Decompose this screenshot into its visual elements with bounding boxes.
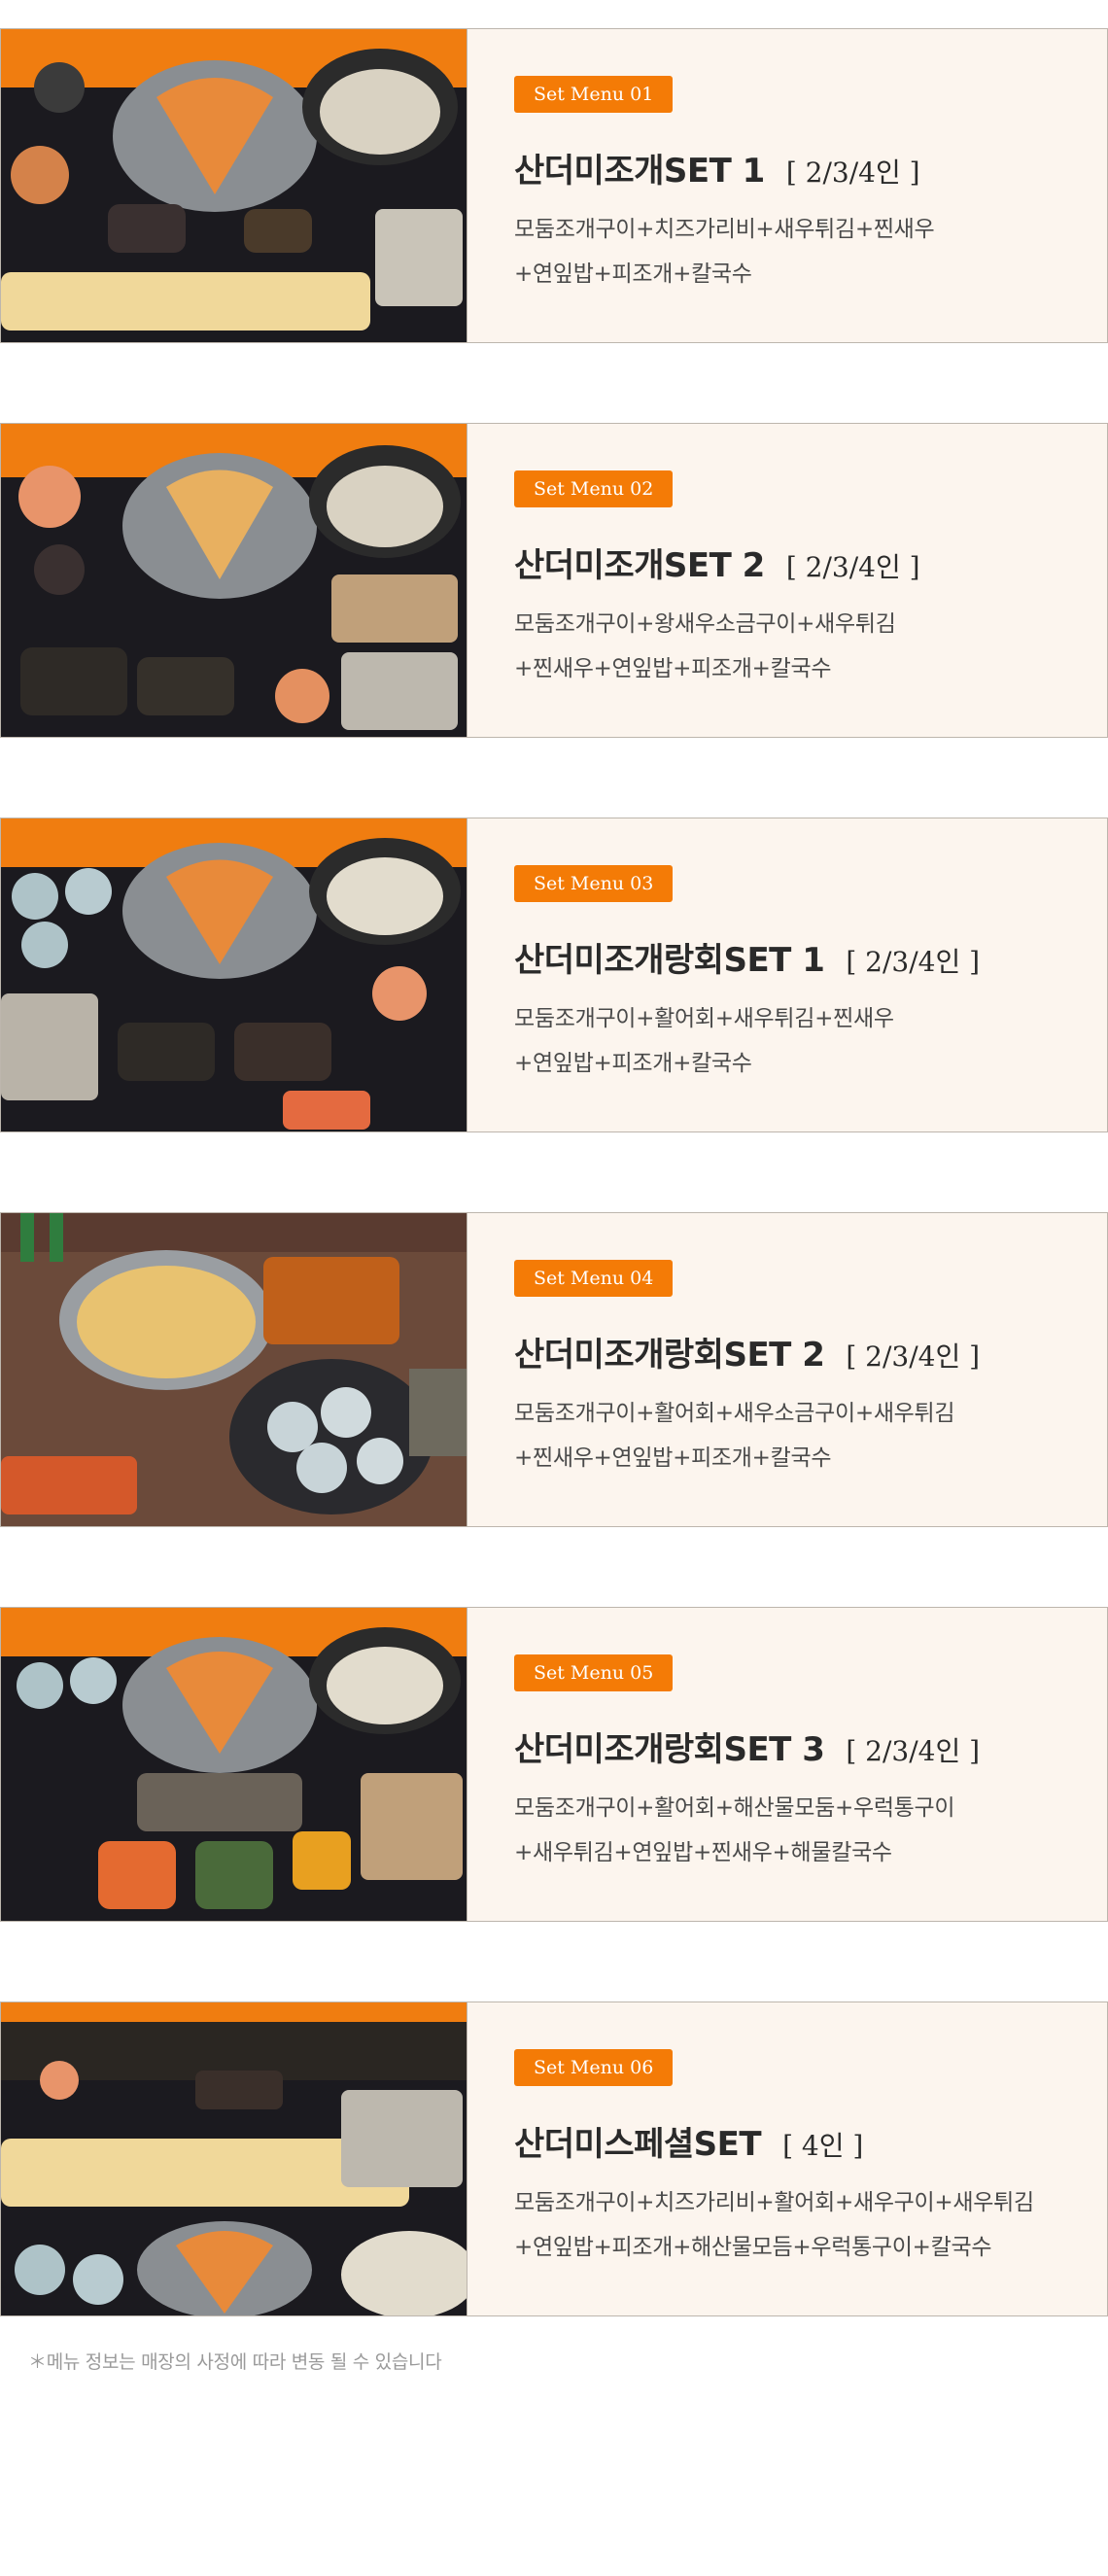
set-menu-description: 모둠조개구이+왕새우소금구이+새우튀김 +찐새우+연잎밥+피조개+칼국수 — [514, 602, 1088, 691]
set-menu-description-line: 모둠조개구이+치즈가리비+새우튀김+찐새우 — [514, 217, 935, 242]
set-menu-title-row: 산더미조개SET 1 [ 2/3/4인 ] — [514, 144, 1088, 191]
set-menu-badge: Set Menu 05 — [514, 1654, 674, 1691]
set-menu-title: 산더미조개SET 1 — [514, 152, 765, 191]
set-menu-badge: Set Menu 02 — [514, 470, 674, 507]
set-menu-card-06[interactable]: Set Menu 06 산더미스페셜SET [ 4인 ] 모둠조개구이+치즈가리… — [0, 2002, 1108, 2316]
set-menu-people: [ 2/3/4인 ] — [846, 1340, 981, 1373]
set-menu-title: 산더미스페셜SET — [514, 2125, 762, 2164]
set-menu-description: 모둠조개구이+활어회+해산물모둠+우럭통구이 +새우튀김+연잎밥+찐새우+해물칼… — [514, 1786, 1088, 1875]
set-menu-people: [ 2/3/4인 ] — [846, 1735, 981, 1767]
menu-notice: ＊메뉴 정보는 매장의 사정에 따라 변동 될 수 있습니다 — [28, 2351, 442, 2373]
seafood-set-photo-icon — [1, 818, 467, 1131]
set-menu-title-row: 산더미스페셜SET [ 4인 ] — [514, 2117, 1088, 2165]
set-menu-title-row: 산더미조개랑회SET 2 [ 2/3/4인 ] — [514, 1328, 1088, 1375]
set-menu-card-05[interactable]: Set Menu 05 산더미조개랑회SET 3 [ 2/3/4인 ] 모둠조개… — [0, 1607, 1108, 1922]
set-menu-description-line: +연잎밥+피조개+칼국수 — [514, 1051, 752, 1076]
set-menu-info: Set Menu 06 산더미스페셜SET [ 4인 ] 모둠조개구이+치즈가리… — [514, 2049, 1088, 2270]
set-menu-description: 모둠조개구이+활어회+새우소금구이+새우튀김 +찐새우+연잎밥+피조개+칼국수 — [514, 1391, 1088, 1480]
set-menu-card-03[interactable]: Set Menu 03 산더미조개랑회SET 1 [ 2/3/4인 ] 모둠조개… — [0, 818, 1108, 1132]
set-menu-description-line: 모둠조개구이+활어회+새우소금구이+새우튀김 — [514, 1401, 955, 1426]
set-menu-title: 산더미조개랑회SET 3 — [514, 1730, 825, 1769]
set-menu-badge: Set Menu 04 — [514, 1260, 674, 1297]
set-menu-title: 산더미조개랑회SET 1 — [514, 941, 825, 980]
set-menu-people: [ 2/3/4인 ] — [785, 551, 920, 583]
set-menu-title-row: 산더미조개랑회SET 1 [ 2/3/4인 ] — [514, 933, 1088, 981]
set-menu-photo — [1, 29, 467, 342]
set-menu-info: Set Menu 05 산더미조개랑회SET 3 [ 2/3/4인 ] 모둠조개… — [514, 1654, 1088, 1875]
seafood-set-photo-icon — [1, 2002, 467, 2315]
seafood-set-photo-icon — [1, 424, 467, 737]
set-menu-description: 모둠조개구이+활어회+새우튀김+찐새우 +연잎밥+피조개+칼국수 — [514, 996, 1088, 1086]
seafood-set-photo-icon — [1, 1213, 467, 1526]
set-menu-description-line: +연잎밥+피조개+해산물모듬+우럭통구이+칼국수 — [514, 2235, 992, 2260]
set-menu-description: 모둠조개구이+치즈가리비+새우튀김+찐새우 +연잎밥+피조개+칼국수 — [514, 207, 1088, 296]
set-menu-photo — [1, 818, 467, 1131]
set-menu-photo — [1, 2002, 467, 2315]
set-menu-people: [ 2/3/4인 ] — [785, 157, 920, 189]
set-menu-people: [ 4인 ] — [782, 2130, 864, 2162]
set-menu-photo — [1, 1608, 467, 1921]
set-menu-info: Set Menu 02 산더미조개SET 2 [ 2/3/4인 ] 모둠조개구이… — [514, 470, 1088, 691]
set-menu-card-04[interactable]: Set Menu 04 산더미조개랑회SET 2 [ 2/3/4인 ] 모둠조개… — [0, 1212, 1108, 1527]
set-menu-description-line: +새우튀김+연잎밥+찐새우+해물칼국수 — [514, 1840, 892, 1865]
set-menu-description-line: 모둠조개구이+활어회+해산물모둠+우럭통구이 — [514, 1795, 955, 1821]
set-menu-people: [ 2/3/4인 ] — [846, 946, 981, 978]
set-menu-info: Set Menu 04 산더미조개랑회SET 2 [ 2/3/4인 ] 모둠조개… — [514, 1260, 1088, 1480]
set-menu-info: Set Menu 03 산더미조개랑회SET 1 [ 2/3/4인 ] 모둠조개… — [514, 865, 1088, 1086]
set-menu-title: 산더미조개SET 2 — [514, 546, 765, 585]
seafood-set-photo-icon — [1, 29, 467, 342]
set-menu-description-line: +찐새우+연잎밥+피조개+칼국수 — [514, 656, 832, 681]
set-menu-photo — [1, 1213, 467, 1526]
set-menu-list: Set Menu 01 산더미조개SET 1 [ 2/3/4인 ] 모둠조개구이… — [0, 28, 1108, 2396]
set-menu-description-line: 모둠조개구이+치즈가리비+활어회+새우구이+새우튀김 — [514, 2190, 1034, 2215]
set-menu-photo — [1, 424, 467, 737]
set-menu-description-line: 모둠조개구이+활어회+새우튀김+찐새우 — [514, 1006, 894, 1031]
set-menu-description-line: 모둠조개구이+왕새우소금구이+새우튀김 — [514, 611, 896, 637]
set-menu-info: Set Menu 01 산더미조개SET 1 [ 2/3/4인 ] 모둠조개구이… — [514, 76, 1088, 296]
seafood-set-photo-icon — [1, 1608, 467, 1921]
set-menu-badge: Set Menu 01 — [514, 76, 674, 113]
set-menu-title: 산더미조개랑회SET 2 — [514, 1336, 825, 1375]
set-menu-description: 모둠조개구이+치즈가리비+활어회+새우구이+새우튀김 +연잎밥+피조개+해산물모… — [514, 2180, 1088, 2270]
set-menu-card-01[interactable]: Set Menu 01 산더미조개SET 1 [ 2/3/4인 ] 모둠조개구이… — [0, 28, 1108, 343]
set-menu-card-02[interactable]: Set Menu 02 산더미조개SET 2 [ 2/3/4인 ] 모둠조개구이… — [0, 423, 1108, 738]
set-menu-title-row: 산더미조개랑회SET 3 [ 2/3/4인 ] — [514, 1723, 1088, 1770]
set-menu-badge: Set Menu 06 — [514, 2049, 674, 2086]
set-menu-badge: Set Menu 03 — [514, 865, 674, 902]
set-menu-title-row: 산더미조개SET 2 [ 2/3/4인 ] — [514, 539, 1088, 586]
set-menu-description-line: +연잎밥+피조개+칼국수 — [514, 261, 752, 287]
set-menu-description-line: +찐새우+연잎밥+피조개+칼국수 — [514, 1445, 832, 1471]
